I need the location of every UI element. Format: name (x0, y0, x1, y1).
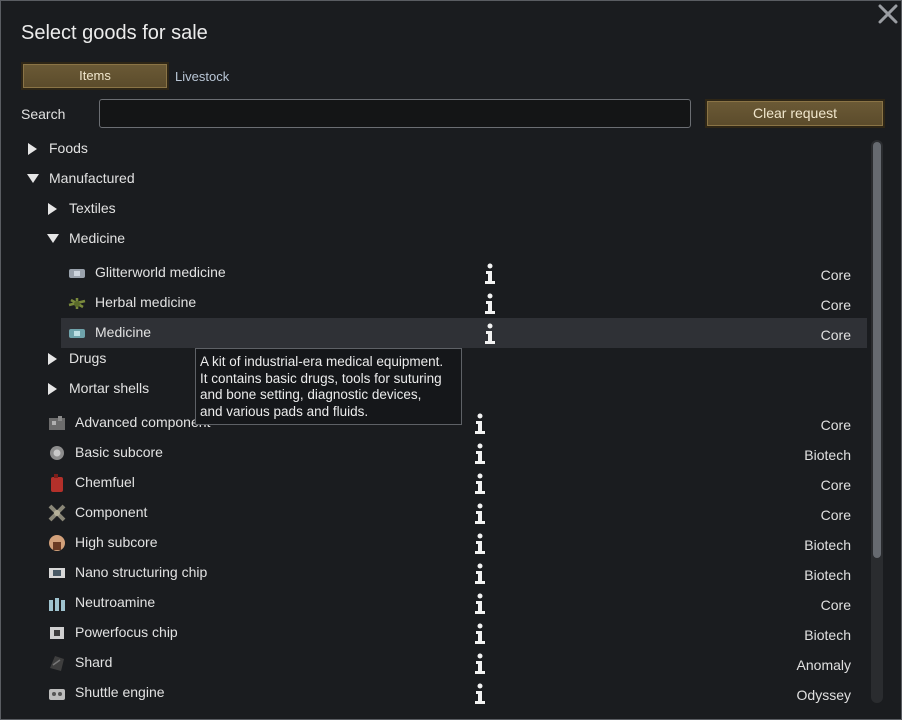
category-label: Mortar shells (69, 380, 150, 396)
source-label: Core (820, 417, 851, 433)
tree-category-foods[interactable]: Foods (21, 134, 867, 164)
item-label: Herbal medicine (95, 294, 197, 310)
info-icon[interactable] (473, 443, 487, 465)
neutroamine-icon (47, 593, 67, 613)
list-item[interactable]: Shuttle engine Odyssey (21, 678, 867, 708)
close-icon[interactable] (877, 3, 899, 25)
high-subcore-icon (47, 533, 67, 553)
source-label: Biotech (804, 627, 851, 643)
source-label: Anomaly (796, 657, 851, 673)
component-icon (47, 503, 67, 523)
source-label: Odyssey (796, 687, 851, 703)
nano-chip-icon (47, 563, 67, 583)
source-label: Core (820, 597, 851, 613)
collapse-arrow-icon[interactable] (27, 174, 39, 183)
info-icon[interactable] (473, 593, 487, 615)
list-item[interactable]: Herbal medicine Core (21, 288, 867, 318)
list-item[interactable]: Powerfocus chip Biotech (21, 618, 867, 648)
list-item[interactable]: Shard Anomaly (21, 648, 867, 678)
tooltip-line: It contains basic drugs, tools for sutur… (200, 370, 442, 386)
info-icon[interactable] (473, 653, 487, 675)
herbal-medicine-icon (67, 293, 87, 313)
item-label: Advanced component (75, 414, 211, 430)
item-label: Medicine (95, 324, 152, 340)
tree-category-medicine[interactable]: Medicine (21, 224, 867, 254)
info-icon[interactable] (473, 533, 487, 555)
item-label: Powerfocus chip (75, 624, 178, 640)
source-label: Core (820, 327, 851, 343)
expand-arrow-icon[interactable] (48, 203, 57, 215)
tooltip-line: and various pads and fluids. (200, 403, 369, 419)
source-label: Biotech (804, 447, 851, 463)
glitterworld-medicine-icon (67, 263, 87, 283)
info-icon[interactable] (483, 263, 497, 285)
list-scrollbar[interactable] (871, 140, 883, 703)
category-label: Medicine (69, 230, 126, 246)
info-icon[interactable] (473, 503, 487, 525)
item-label: Chemfuel (75, 474, 135, 490)
info-icon[interactable] (473, 623, 487, 645)
expand-arrow-icon[interactable] (48, 353, 57, 365)
tree-category-textiles[interactable]: Textiles (21, 194, 867, 224)
source-label: Biotech (804, 567, 851, 583)
source-label: Core (820, 267, 851, 283)
info-icon[interactable] (473, 413, 487, 435)
info-icon[interactable] (473, 563, 487, 585)
item-label: High subcore (75, 534, 158, 550)
info-icon[interactable] (473, 683, 487, 705)
category-label: Textiles (69, 200, 116, 216)
list-item[interactable]: Neutroamine Core (21, 588, 867, 618)
item-label: Shuttle engine (75, 684, 165, 700)
expand-arrow-icon[interactable] (28, 143, 37, 155)
tab-items[interactable]: Items (21, 62, 169, 90)
tooltip-line: A kit of industrial-era medical equipmen… (200, 354, 444, 369)
info-icon[interactable] (483, 293, 497, 315)
clear-request-button[interactable]: Clear request (705, 99, 885, 128)
item-label: Component (75, 504, 148, 520)
item-label: Neutroamine (75, 594, 156, 610)
collapse-arrow-icon[interactable] (47, 234, 59, 243)
scrollbar-thumb[interactable] (873, 142, 881, 558)
source-label: Core (820, 507, 851, 523)
tab-livestock[interactable]: Livestock (175, 69, 229, 84)
shard-icon (47, 653, 67, 673)
search-input[interactable] (99, 99, 691, 128)
tree-category-manufactured[interactable]: Manufactured (21, 164, 867, 194)
chemfuel-icon (47, 473, 67, 493)
category-label: Drugs (69, 350, 107, 366)
source-label: Core (820, 477, 851, 493)
item-label: Nano structuring chip (75, 564, 208, 580)
item-label: Shard (75, 654, 113, 670)
category-label: Foods (49, 140, 88, 156)
advanced-component-icon (47, 413, 67, 433)
shuttle-engine-icon (47, 683, 67, 703)
powerfocus-chip-icon (47, 623, 67, 643)
list-item[interactable]: Nano structuring chip Biotech (21, 558, 867, 588)
dialog-title: Select goods for sale (21, 22, 208, 44)
expand-arrow-icon[interactable] (48, 383, 57, 395)
source-label: Core (820, 297, 851, 313)
list-item[interactable]: High subcore Biotech (21, 528, 867, 558)
search-label: Search (21, 106, 66, 122)
list-item[interactable]: Glitterworld medicine Core (21, 258, 867, 288)
list-item[interactable]: Chemfuel Core (21, 468, 867, 498)
info-icon[interactable] (473, 473, 487, 495)
list-item[interactable]: Component Core (21, 498, 867, 528)
medicine-kit-icon (67, 323, 87, 343)
item-label: Glitterworld medicine (95, 264, 226, 280)
tooltip-line: and bone setting, diagnostic devices, (200, 387, 422, 402)
info-icon[interactable] (483, 323, 497, 345)
category-label: Manufactured (49, 170, 135, 186)
select-goods-dialog: Select goods for sale Items Livestock Se… (0, 0, 902, 720)
source-label: Biotech (804, 537, 851, 553)
list-item[interactable]: Basic subcore Biotech (21, 438, 867, 468)
basic-subcore-icon (47, 443, 67, 463)
item-tooltip: A kit of industrial-era medical equipmen… (195, 348, 462, 425)
item-label: Basic subcore (75, 444, 163, 460)
